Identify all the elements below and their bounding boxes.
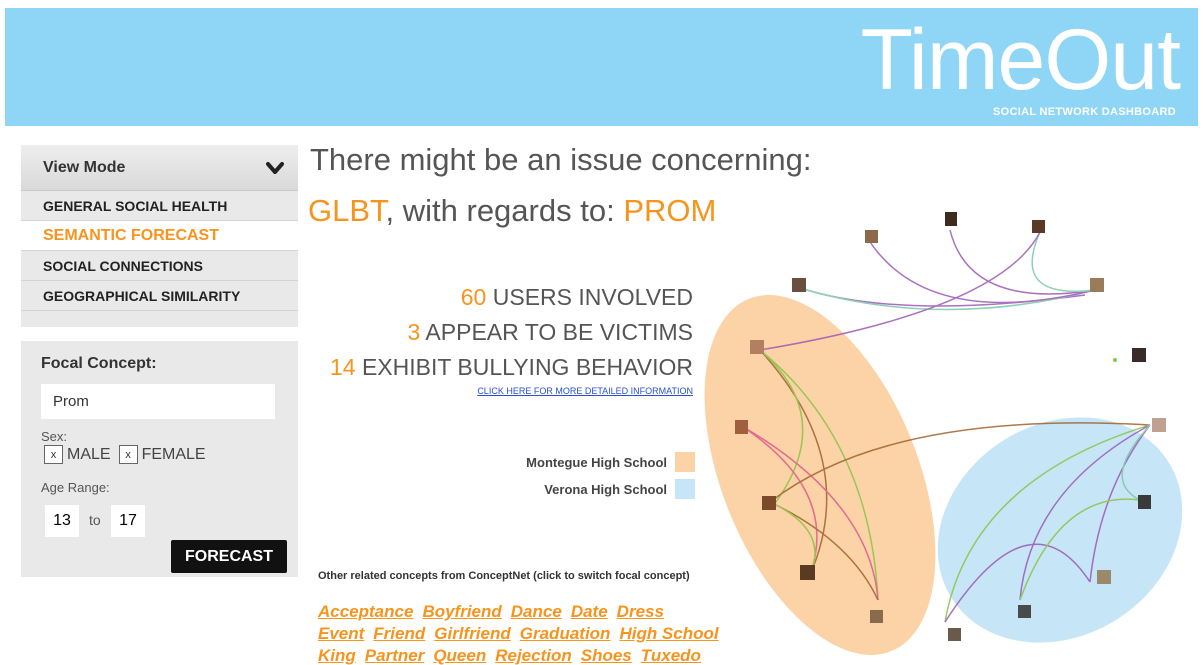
sex-options: x MALE x FEMALE <box>44 445 214 464</box>
concept-link-date[interactable]: Date <box>571 602 608 621</box>
concept-link-king[interactable]: King <box>318 646 356 665</box>
concept-link-girlfriend[interactable]: Girlfriend <box>434 624 511 643</box>
concept-link-acceptance[interactable]: Acceptance <box>318 602 413 621</box>
node-alice[interactable] <box>1132 348 1146 362</box>
stat-victims: 3 APPEAR TO BE VICTIMS <box>330 315 693 350</box>
legend-swatch-verona <box>675 479 695 499</box>
node-susan[interactable] <box>948 628 961 641</box>
focal-concept-title: Focal Concept: <box>41 355 157 372</box>
age-from-input[interactable] <box>45 505 79 537</box>
stat-users: 60 USERS INVOLVED <box>330 280 693 315</box>
legend-label-verona: Verona High School <box>544 481 667 497</box>
node-kyle[interactable] <box>945 212 957 226</box>
concept-link-friend[interactable]: Friend <box>373 624 425 643</box>
concept-link-dance[interactable]: Dance <box>511 602 562 621</box>
view-mode-item-social-connections[interactable]: SOCIAL CONNECTIONS <box>21 251 298 281</box>
male-label: MALE <box>67 445 111 463</box>
view-mode-item-general-social-health[interactable]: GENERAL SOCIAL HEALTH <box>21 191 298 221</box>
stats-block: 60 USERS INVOLVED 3 APPEAR TO BE VICTIMS… <box>330 280 693 385</box>
node-deena[interactable] <box>762 496 776 510</box>
node-yanni[interactable] <box>1018 605 1031 618</box>
view-mode-panel: View Mode GENERAL SOCIAL HEALTH SEMANTIC… <box>21 145 298 327</box>
view-mode-title: View Mode <box>43 158 126 176</box>
stat-bullies-num: 14 <box>329 354 356 380</box>
concept-link-shoes[interactable]: Shoes <box>581 646 632 665</box>
concept-link-partner[interactable]: Partner <box>365 646 425 665</box>
stat-bullies: 14 EXHIBIT BULLYING BEHAVIOR <box>330 350 693 385</box>
montegue-school-region <box>704 295 936 655</box>
focal-concept-panel: Focal Concept: Sex: x MALE x FEMALE Age … <box>21 341 298 577</box>
issue-topic: GLBT <box>308 193 386 228</box>
concept-link-queen[interactable]: Queen <box>433 646 486 665</box>
verona-school-region <box>937 417 1183 643</box>
related-concepts-title: Other related concepts from ConceptNet (… <box>318 570 690 582</box>
node-smokie[interactable] <box>870 610 883 623</box>
concept-link-boyfriend[interactable]: Boyfriend <box>422 602 501 621</box>
node-kelly[interactable] <box>865 230 878 243</box>
legend-item-montegue: Montegue High School <box>526 452 695 472</box>
node-meredith[interactable] <box>735 420 748 434</box>
concept-link-tuxedo[interactable]: Tuxedo <box>641 646 701 665</box>
concept-link-dress[interactable]: Dress <box>617 602 664 621</box>
stat-bullies-text: EXHIBIT BULLYING BEHAVIOR <box>355 354 693 380</box>
chevron-down-icon <box>266 161 284 174</box>
node-juliet[interactable] <box>1152 418 1166 432</box>
forecast-button[interactable]: FORECAST <box>171 540 287 573</box>
view-mode-dropdown[interactable]: View Mode <box>21 145 298 191</box>
issue-middle: , with regards to: <box>385 193 624 228</box>
legend-label-montegue: Montegue High School <box>526 454 667 470</box>
female-label: FEMALE <box>141 445 206 463</box>
social-network-graph <box>704 212 1183 655</box>
age-to-label: to <box>89 512 101 528</box>
concept-link-graduation[interactable]: Graduation <box>520 624 611 643</box>
issue-headline: There might be an issue concerning: <box>310 142 812 177</box>
node-christina[interactable] <box>750 340 764 354</box>
app-header: TimeOut SOCIAL NETWORK DASHBOARD <box>5 8 1198 126</box>
legend-item-verona: Verona High School <box>526 479 695 499</box>
view-mode-item-geographical-similarity[interactable]: GEOGRAPHICAL SIMILARITY <box>21 281 298 311</box>
stat-victims-num: 3 <box>407 319 421 345</box>
app-subtitle: SOCIAL NETWORK DASHBOARD <box>993 106 1176 118</box>
age-to-input[interactable] <box>111 505 145 537</box>
stat-users-text: USERS INVOLVED <box>486 284 693 310</box>
detailed-info-link[interactable]: CLICK HERE FOR MORE DETAILED INFORMATION <box>477 386 693 396</box>
node-angelica[interactable] <box>1097 570 1111 584</box>
female-checkbox[interactable]: x <box>118 445 138 464</box>
concept-link-event[interactable]: Event <box>318 624 364 643</box>
app-title: TimeOut <box>860 12 1181 108</box>
issue-subhead: GLBT, with regards to: PROM <box>308 193 716 229</box>
concept-link-rejection[interactable]: Rejection <box>495 646 572 665</box>
node-jessie[interactable] <box>800 565 815 580</box>
node-bill[interactable] <box>1090 278 1104 292</box>
legend-swatch-montegue <box>675 452 695 472</box>
stat-users-num: 60 <box>460 284 487 310</box>
node-sybil[interactable] <box>1138 495 1151 509</box>
node-george[interactable] <box>792 278 806 292</box>
male-checkbox[interactable]: x <box>44 445 63 464</box>
view-mode-item-semantic-forecast[interactable]: SEMANTIC FORECAST <box>21 221 298 251</box>
age-range-label: Age Range: <box>41 480 110 495</box>
node-jessica[interactable] <box>1032 220 1045 233</box>
stat-victims-text: APPEAR TO BE VICTIMS <box>420 319 693 345</box>
focal-concept-input[interactable] <box>41 384 275 419</box>
school-legend: Montegue High School Verona High School <box>526 452 695 506</box>
sex-label: Sex: <box>41 429 68 444</box>
